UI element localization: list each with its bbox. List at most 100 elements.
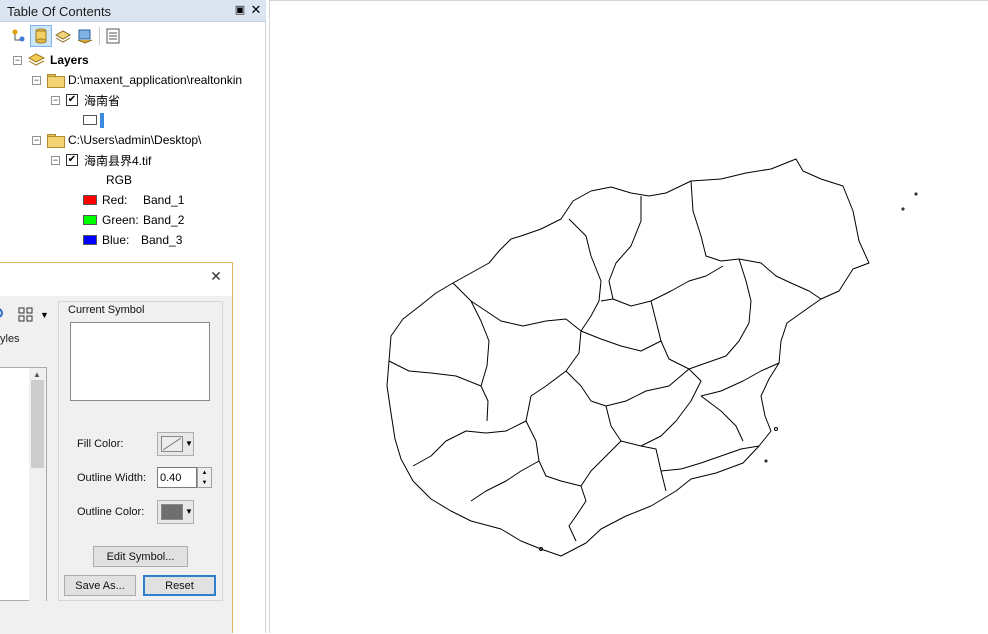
text-caret	[100, 112, 104, 128]
chevron-down-icon: ▼	[185, 439, 193, 448]
layer-visibility-checkbox[interactable]: ✔	[66, 154, 78, 166]
green-swatch	[83, 215, 97, 225]
outline-width-spinner[interactable]: ▲ ▼	[197, 467, 212, 488]
outline-color-swatch	[161, 504, 183, 520]
pin-icon[interactable]: ▣	[234, 3, 246, 16]
close-icon[interactable]: ✕	[249, 2, 263, 18]
county-border	[470, 300, 490, 422]
save-as-button[interactable]: Save As...	[64, 575, 136, 596]
island-outline	[386, 158, 870, 557]
reset-button[interactable]: Reset	[143, 575, 216, 596]
county-border	[700, 395, 744, 442]
collapse-icon[interactable]: −	[13, 55, 22, 65]
county-border	[700, 362, 780, 397]
band-row[interactable]: Blue: Band_3	[83, 231, 263, 249]
county-border	[525, 420, 622, 487]
symbol-list[interactable]: ▲	[0, 367, 47, 601]
layer-symbol-row[interactable]	[83, 111, 104, 129]
band-channel: Blue:	[102, 233, 130, 247]
map-view[interactable]	[269, 0, 988, 633]
collapse-icon[interactable]: −	[51, 95, 60, 105]
county-border	[605, 405, 667, 492]
layer-name: 海南县界4.tif	[84, 153, 152, 168]
county-border	[690, 180, 822, 300]
spin-up-icon[interactable]: ▲	[198, 468, 211, 478]
polygon-symbol-swatch[interactable]	[83, 115, 97, 125]
layer-visibility-checkbox[interactable]: ✔	[66, 94, 78, 106]
islet	[914, 192, 918, 196]
view-dropdown-icon[interactable]: ▼	[40, 310, 49, 320]
islet	[774, 427, 778, 431]
county-border	[612, 265, 724, 307]
county-border	[470, 460, 540, 502]
symbol-selector-dialog: ✕ ▼ yles ▲ Current Symbol Fill Color: ▼ …	[0, 262, 233, 634]
symbol-list-scrollbar[interactable]: ▲	[29, 368, 46, 601]
band-row[interactable]: Green: Band_2	[83, 211, 263, 229]
islet	[901, 207, 905, 211]
fill-color-button[interactable]: ▼	[157, 432, 194, 456]
layer-row[interactable]: − ✔ 海南县界4.tif	[51, 151, 151, 169]
hainan-county-boundaries-map	[386, 158, 918, 557]
outline-width-input[interactable]	[157, 467, 197, 488]
outline-width-label: Outline Width:	[77, 472, 147, 484]
layer-name: 海南省	[84, 93, 121, 108]
options-icon[interactable]	[102, 25, 124, 47]
red-swatch	[83, 195, 97, 205]
scroll-thumb[interactable]	[31, 380, 44, 468]
county-border	[452, 282, 582, 332]
dialog-close-icon[interactable]: ✕	[208, 268, 224, 285]
layer-row[interactable]: − ✔ 海南省	[51, 91, 120, 109]
band-channel: Red:	[102, 193, 128, 207]
folder-icon	[47, 74, 65, 88]
outline-color-button[interactable]: ▼	[157, 500, 194, 524]
county-border	[688, 258, 752, 370]
band-name: Band_2	[143, 213, 185, 227]
edit-symbol-button[interactable]: Edit Symbol...	[93, 546, 188, 567]
layers-label: Layers	[50, 53, 89, 67]
list-by-visibility-icon[interactable]	[52, 25, 74, 47]
county-border	[660, 445, 760, 472]
group-row[interactable]: − C:\Users\admin\Desktop\	[32, 131, 201, 149]
county-border	[580, 330, 662, 352]
band-channel: Green:	[102, 213, 139, 227]
no-color-swatch-icon	[161, 436, 183, 452]
outline-color-label: Outline Color:	[77, 506, 145, 518]
scroll-up-icon[interactable]: ▲	[33, 370, 41, 379]
list-by-selection-icon[interactable]	[74, 25, 96, 47]
current-symbol-label: Current Symbol	[66, 304, 147, 316]
search-icon[interactable]	[0, 306, 8, 325]
county-border	[525, 218, 602, 422]
band-name: Band_1	[143, 193, 185, 207]
current-symbol-preview	[70, 322, 210, 401]
spin-down-icon[interactable]: ▼	[198, 478, 211, 488]
layers-icon	[27, 52, 46, 69]
county-border	[565, 368, 690, 407]
group-path: C:\Users\admin\Desktop\	[68, 133, 202, 147]
list-by-source-icon[interactable]	[30, 25, 52, 47]
county-border	[600, 196, 642, 302]
county-border	[650, 300, 690, 370]
band-row[interactable]: Red: Band_1	[83, 191, 263, 209]
band-name: Band_3	[141, 233, 183, 247]
grid-view-icon[interactable]	[18, 307, 34, 326]
collapse-icon[interactable]: −	[51, 155, 60, 165]
fill-color-label: Fill Color:	[77, 438, 124, 450]
styles-label: yles	[0, 333, 20, 345]
toc-title: Table Of Contents	[7, 4, 112, 19]
islet	[764, 459, 768, 463]
group-path: D:\maxent_application\realtonkin	[68, 73, 243, 87]
toc-toolbar	[0, 23, 266, 49]
county-border	[640, 368, 702, 447]
collapse-icon[interactable]: −	[32, 135, 41, 145]
folder-icon	[47, 134, 65, 148]
rgb-label: RGB	[106, 173, 133, 187]
collapse-icon[interactable]: −	[32, 75, 41, 85]
toc-title-bar[interactable]: Table Of Contents ▣ ✕	[0, 0, 266, 22]
chevron-down-icon: ▼	[185, 507, 193, 516]
list-by-drawing-order-icon[interactable]	[8, 25, 30, 47]
group-row[interactable]: − D:\maxent_application\realtonkin	[32, 71, 242, 89]
layers-root[interactable]: − Layers	[13, 51, 89, 69]
blue-swatch	[83, 235, 97, 245]
county-border	[412, 420, 527, 467]
county-border	[388, 360, 482, 387]
